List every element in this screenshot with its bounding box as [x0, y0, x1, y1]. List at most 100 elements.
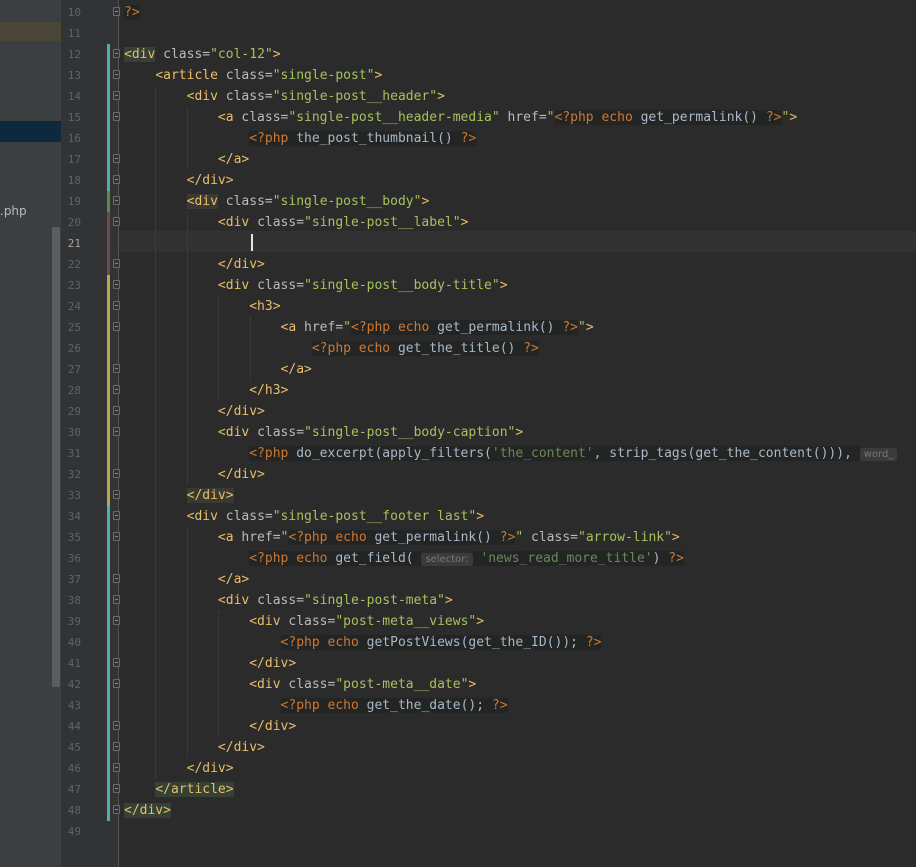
- fold-marker-icon[interactable]: [113, 175, 120, 184]
- fold-marker-icon[interactable]: [113, 595, 120, 604]
- code-text[interactable]: <div class="single-post__body-caption">: [124, 422, 523, 443]
- vcs-change-marker[interactable]: [107, 212, 110, 275]
- fold-marker-icon[interactable]: [113, 7, 120, 16]
- code-text[interactable]: <article class="single-post">: [124, 65, 382, 86]
- fold-marker-icon[interactable]: [113, 784, 120, 793]
- fold-marker-icon[interactable]: [113, 280, 120, 289]
- code-line[interactable]: 45 </div>: [0, 737, 916, 758]
- code-line[interactable]: 25 <a href="<?php echo get_permalink() ?…: [0, 317, 916, 338]
- code-line[interactable]: 26 <?php echo get_the_title() ?>: [0, 338, 916, 359]
- code-text[interactable]: </div>: [124, 485, 234, 506]
- fold-marker-icon[interactable]: [113, 742, 120, 751]
- vcs-change-marker[interactable]: [107, 506, 110, 821]
- code-line[interactable]: 39 <div class="post-meta__views">: [0, 611, 916, 632]
- code-text[interactable]: </div>: [124, 800, 171, 821]
- fold-marker-icon[interactable]: [113, 217, 120, 226]
- code-text[interactable]: <div class="single-post__footer last">: [124, 506, 484, 527]
- code-line[interactable]: 13 <article class="single-post">: [0, 65, 916, 86]
- code-text[interactable]: </div>: [124, 401, 265, 422]
- code-text[interactable]: <h3>: [124, 296, 280, 317]
- code-text[interactable]: <a class="single-post__header-media" hre…: [124, 107, 797, 128]
- code-line[interactable]: 49: [0, 821, 916, 842]
- code-line[interactable]: 31 <?php do_excerpt(apply_filters('the_c…: [0, 443, 916, 464]
- code-line[interactable]: 47 </article>: [0, 779, 916, 800]
- code-line[interactable]: 40 <?php echo getPostViews(get_the_ID())…: [0, 632, 916, 653]
- code-line[interactable]: 42 <div class="post-meta__date">: [0, 674, 916, 695]
- code-line[interactable]: 35 <a href="<?php echo get_permalink() ?…: [0, 527, 916, 548]
- code-line[interactable]: 27 </a>: [0, 359, 916, 380]
- code-line[interactable]: 43 <?php echo get_the_date(); ?>: [0, 695, 916, 716]
- fold-marker-icon[interactable]: [113, 616, 120, 625]
- fold-marker-icon[interactable]: [113, 385, 120, 394]
- code-text[interactable]: <div class="single-post__label">: [124, 212, 468, 233]
- fold-marker-icon[interactable]: [113, 679, 120, 688]
- code-line[interactable]: 36 <?php echo get_field( selector: 'news…: [0, 548, 916, 569]
- fold-marker-icon[interactable]: [113, 406, 120, 415]
- code-text[interactable]: </div>: [124, 758, 234, 779]
- code-text[interactable]: </div>: [124, 464, 265, 485]
- code-text[interactable]: </h3>: [124, 380, 288, 401]
- code-text[interactable]: <div class="single-post__body">: [124, 191, 429, 212]
- code-line[interactable]: 22 </div>: [0, 254, 916, 275]
- code-line[interactable]: 24 <h3>: [0, 296, 916, 317]
- code-text[interactable]: <?php echo get_field( selector: 'news_re…: [124, 548, 684, 569]
- fold-marker-icon[interactable]: [113, 301, 120, 310]
- fold-marker-icon[interactable]: [113, 658, 120, 667]
- code-line[interactable]: 15 <a class="single-post__header-media" …: [0, 107, 916, 128]
- code-line[interactable]: 17 </a>: [0, 149, 916, 170]
- code-text[interactable]: <?php echo get_the_date(); ?>: [124, 695, 508, 716]
- code-line[interactable]: 38 <div class="single-post-meta">: [0, 590, 916, 611]
- fold-marker-icon[interactable]: [113, 763, 120, 772]
- fold-marker-icon[interactable]: [113, 469, 120, 478]
- fold-marker-icon[interactable]: [113, 70, 120, 79]
- fold-marker-icon[interactable]: [113, 805, 120, 814]
- code-text[interactable]: <?php echo getPostViews(get_the_ID()); ?…: [124, 632, 602, 653]
- code-line[interactable]: 21: [0, 233, 916, 254]
- code-line[interactable]: 30 <div class="single-post__body-caption…: [0, 422, 916, 443]
- code-line[interactable]: 32 </div>: [0, 464, 916, 485]
- code-line[interactable]: 20 <div class="single-post__label">: [0, 212, 916, 233]
- fold-marker-icon[interactable]: [113, 364, 120, 373]
- code-line[interactable]: 41 </div>: [0, 653, 916, 674]
- code-text[interactable]: </article>: [124, 779, 234, 800]
- code-text[interactable]: <?php do_excerpt(apply_filters('the_cont…: [124, 443, 898, 464]
- code-line[interactable]: 28 </h3>: [0, 380, 916, 401]
- code-text[interactable]: </div>: [124, 170, 234, 191]
- code-line[interactable]: 23 <div class="single-post__body-title">: [0, 275, 916, 296]
- code-text[interactable]: ?>: [124, 2, 140, 23]
- fold-marker-icon[interactable]: [113, 532, 120, 541]
- code-line[interactable]: 37 </a>: [0, 569, 916, 590]
- fold-marker-icon[interactable]: [113, 322, 120, 331]
- code-text[interactable]: <div class="single-post-meta">: [124, 590, 453, 611]
- vcs-change-marker[interactable]: [107, 275, 110, 506]
- code-text[interactable]: <a href="<?php echo get_permalink() ?>">: [124, 317, 594, 338]
- code-line[interactable]: 29 </div>: [0, 401, 916, 422]
- code-text[interactable]: <?php the_post_thumbnail() ?>: [124, 128, 477, 149]
- fold-marker-icon[interactable]: [113, 427, 120, 436]
- code-line[interactable]: 19 <div class="single-post__body">: [0, 191, 916, 212]
- code-text[interactable]: </div>: [124, 254, 265, 275]
- code-line[interactable]: 16 <?php the_post_thumbnail() ?>: [0, 128, 916, 149]
- code-line[interactable]: 12 <div class="col-12">: [0, 44, 916, 65]
- code-text[interactable]: <div class="single-post__header">: [124, 86, 445, 107]
- code-text[interactable]: <a href="<?php echo get_permalink() ?>" …: [124, 527, 680, 548]
- code-line[interactable]: 33 </div>: [0, 485, 916, 506]
- fold-marker-icon[interactable]: [113, 721, 120, 730]
- code-line[interactable]: 48 </div>: [0, 800, 916, 821]
- code-line[interactable]: 14 <div class="single-post__header">: [0, 86, 916, 107]
- code-text[interactable]: </div>: [124, 737, 265, 758]
- code-text[interactable]: </div>: [124, 716, 296, 737]
- code-line[interactable]: 44 </div>: [0, 716, 916, 737]
- fold-marker-icon[interactable]: [113, 112, 120, 121]
- code-line[interactable]: 18 </div>: [0, 170, 916, 191]
- vcs-change-marker[interactable]: [107, 44, 110, 212]
- fold-marker-icon[interactable]: [113, 574, 120, 583]
- fold-marker-icon[interactable]: [113, 490, 120, 499]
- code-text[interactable]: <div class="col-12">: [124, 44, 281, 65]
- fold-marker-icon[interactable]: [113, 196, 120, 205]
- code-text[interactable]: <div class="post-meta__views">: [124, 611, 484, 632]
- code-text[interactable]: <div class="single-post__body-title">: [124, 275, 508, 296]
- code-line[interactable]: 46 </div>: [0, 758, 916, 779]
- code-line[interactable]: 34 <div class="single-post__footer last"…: [0, 506, 916, 527]
- fold-marker-icon[interactable]: [113, 91, 120, 100]
